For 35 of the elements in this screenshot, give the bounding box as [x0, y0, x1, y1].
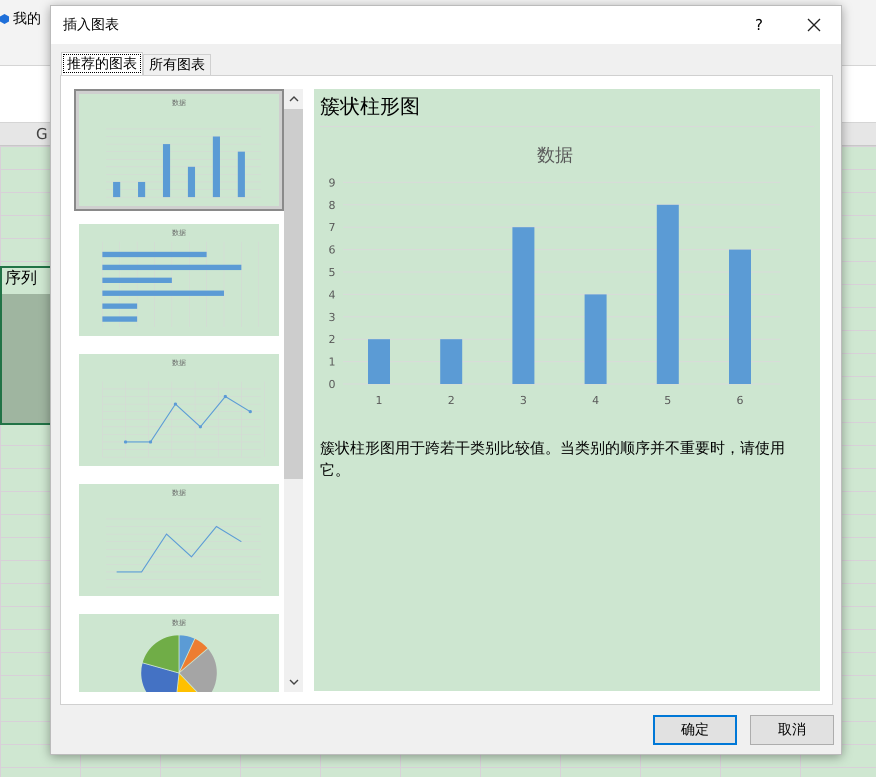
y-tick-label: 5: [328, 266, 336, 279]
chart-type-heading: 簇状柱形图: [320, 93, 420, 120]
bar: [440, 339, 462, 384]
bar: [368, 339, 390, 384]
x-tick-label: 4: [592, 394, 600, 407]
x-tick-label: 5: [664, 394, 672, 407]
cell-text: 序列: [4, 268, 37, 287]
help-button[interactable]: ?: [755, 16, 763, 34]
y-tick-label: 4: [328, 288, 336, 302]
x-tick-label: 6: [736, 394, 744, 407]
y-tick-label: 2: [328, 333, 336, 346]
scroll-down-icon[interactable]: [288, 678, 298, 686]
chart-title: 数据: [537, 145, 573, 166]
scrollbar-thumb[interactable]: [284, 109, 303, 479]
ok-button[interactable]: 确定: [653, 714, 737, 744]
cancel-button[interactable]: 取消: [750, 714, 834, 744]
window-title: 插入图表: [63, 16, 120, 34]
y-tick-label: 7: [328, 221, 336, 234]
y-tick-label: 3: [328, 310, 336, 324]
close-icon[interactable]: [807, 18, 821, 32]
tab[interactable]: 推荐的图表: [61, 52, 143, 75]
y-tick-label: 6: [328, 244, 336, 257]
column-header[interactable]: G: [36, 125, 48, 143]
y-tick-label: 0: [328, 378, 336, 391]
scroll-up-icon[interactable]: [288, 95, 298, 103]
y-tick-label: 8: [328, 198, 336, 212]
chart-description: 簇状柱形图用于跨若干类别比较值。当类别的顺序并不重要时，请使用它。: [320, 438, 786, 481]
x-tick-label: 1: [376, 394, 382, 407]
x-tick-label: 2: [448, 394, 455, 407]
tab[interactable]: 所有图表: [143, 54, 211, 75]
y-tick-label: 9: [328, 176, 336, 190]
x-tick-label: 3: [520, 394, 527, 407]
column-chart: 数据 0 1 2 3 4 5 6 7 8 9 1 2 3 4 5 6: [320, 131, 800, 406]
y-tick-label: 1: [328, 356, 336, 369]
ribbon-label[interactable]: 我的: [0, 10, 41, 28]
